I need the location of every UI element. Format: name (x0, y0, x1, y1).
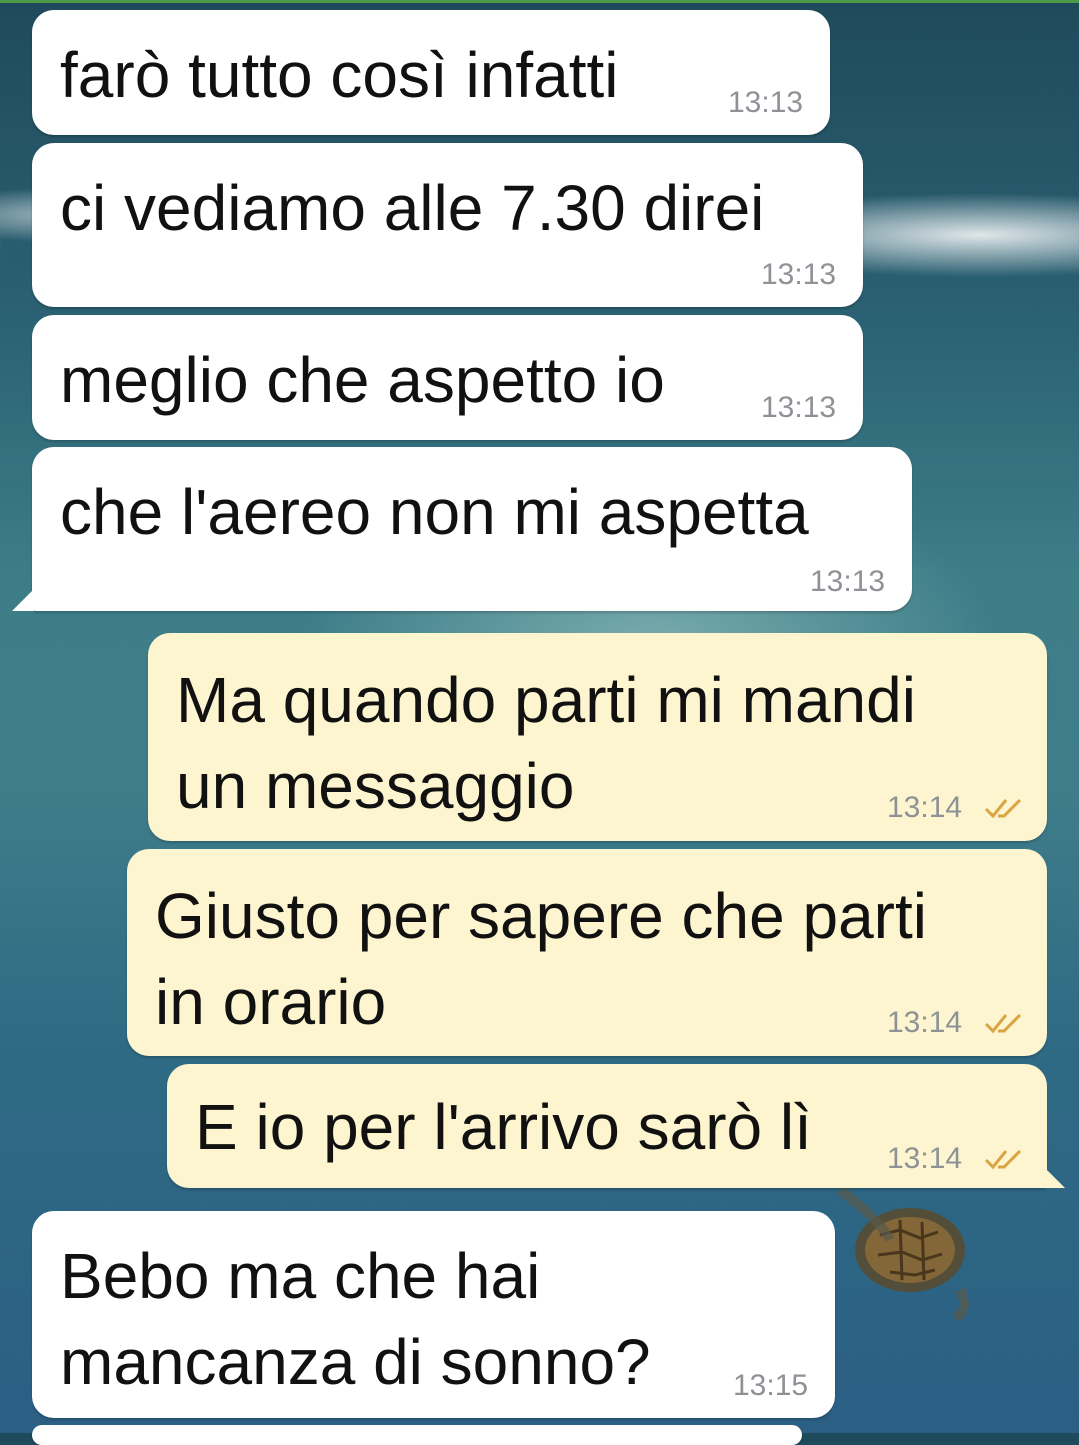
message-text: ci vediamo alle 7.30 direi (60, 172, 765, 244)
incoming-message-bubble[interactable]: ci vediamo alle 7.30 direi 13:13 (32, 143, 863, 307)
outgoing-message-bubble[interactable]: Giusto per sapere che parti in orario 13… (127, 849, 1047, 1056)
message-text: Ma quando parti mi mandi un messaggio (176, 664, 916, 822)
outgoing-message-bubble[interactable]: E io per l'arrivo sarò lì 13:14 (167, 1064, 1047, 1188)
read-ticks-icon (984, 1013, 1022, 1034)
top-accent-line (0, 0, 1079, 3)
message-text: che l'aereo non mi aspetta (60, 476, 809, 548)
turtle-wallpaper-icon (836, 1186, 969, 1320)
message-text: E io per l'arrivo sarò lì (195, 1091, 812, 1163)
message-timestamp: 13:14 (887, 1142, 963, 1175)
message-timestamp: 13:13 (728, 86, 804, 119)
incoming-message-bubble[interactable]: Bebo ma che hai mancanza di sonno? 13:15 (32, 1211, 835, 1418)
incoming-bubble-tail (12, 589, 34, 611)
outgoing-bubble-tail (1043, 1166, 1065, 1188)
read-ticks-icon (984, 798, 1022, 819)
message-text: farò tutto così infatti (60, 39, 619, 111)
message-timestamp: 13:14 (887, 791, 963, 824)
message-text: Giusto per sapere che parti in orario (155, 880, 927, 1038)
message-text: meglio che aspetto io (60, 344, 665, 416)
incoming-message-bubble[interactable]: che l'aereo non mi aspetta 13:13 (32, 447, 912, 611)
message-timestamp: 13:13 (761, 391, 837, 424)
read-ticks-icon (984, 1149, 1022, 1170)
partial-message-bubble (32, 1425, 802, 1445)
message-timestamp: 13:15 (733, 1369, 809, 1402)
message-timestamp: 13:13 (761, 258, 837, 291)
incoming-message-bubble[interactable]: farò tutto così infatti 13:13 (32, 10, 830, 135)
incoming-message-bubble[interactable]: meglio che aspetto io 13:13 (32, 315, 863, 440)
message-timestamp: 13:14 (887, 1006, 963, 1039)
chat-screen: { "messages": [ {"text": "farò tutto cos… (0, 0, 1079, 1445)
message-timestamp: 13:13 (810, 565, 886, 598)
outgoing-message-bubble[interactable]: Ma quando parti mi mandi un messaggio 13… (148, 633, 1047, 841)
message-text: Bebo ma che hai mancanza di sonno? (60, 1240, 651, 1398)
